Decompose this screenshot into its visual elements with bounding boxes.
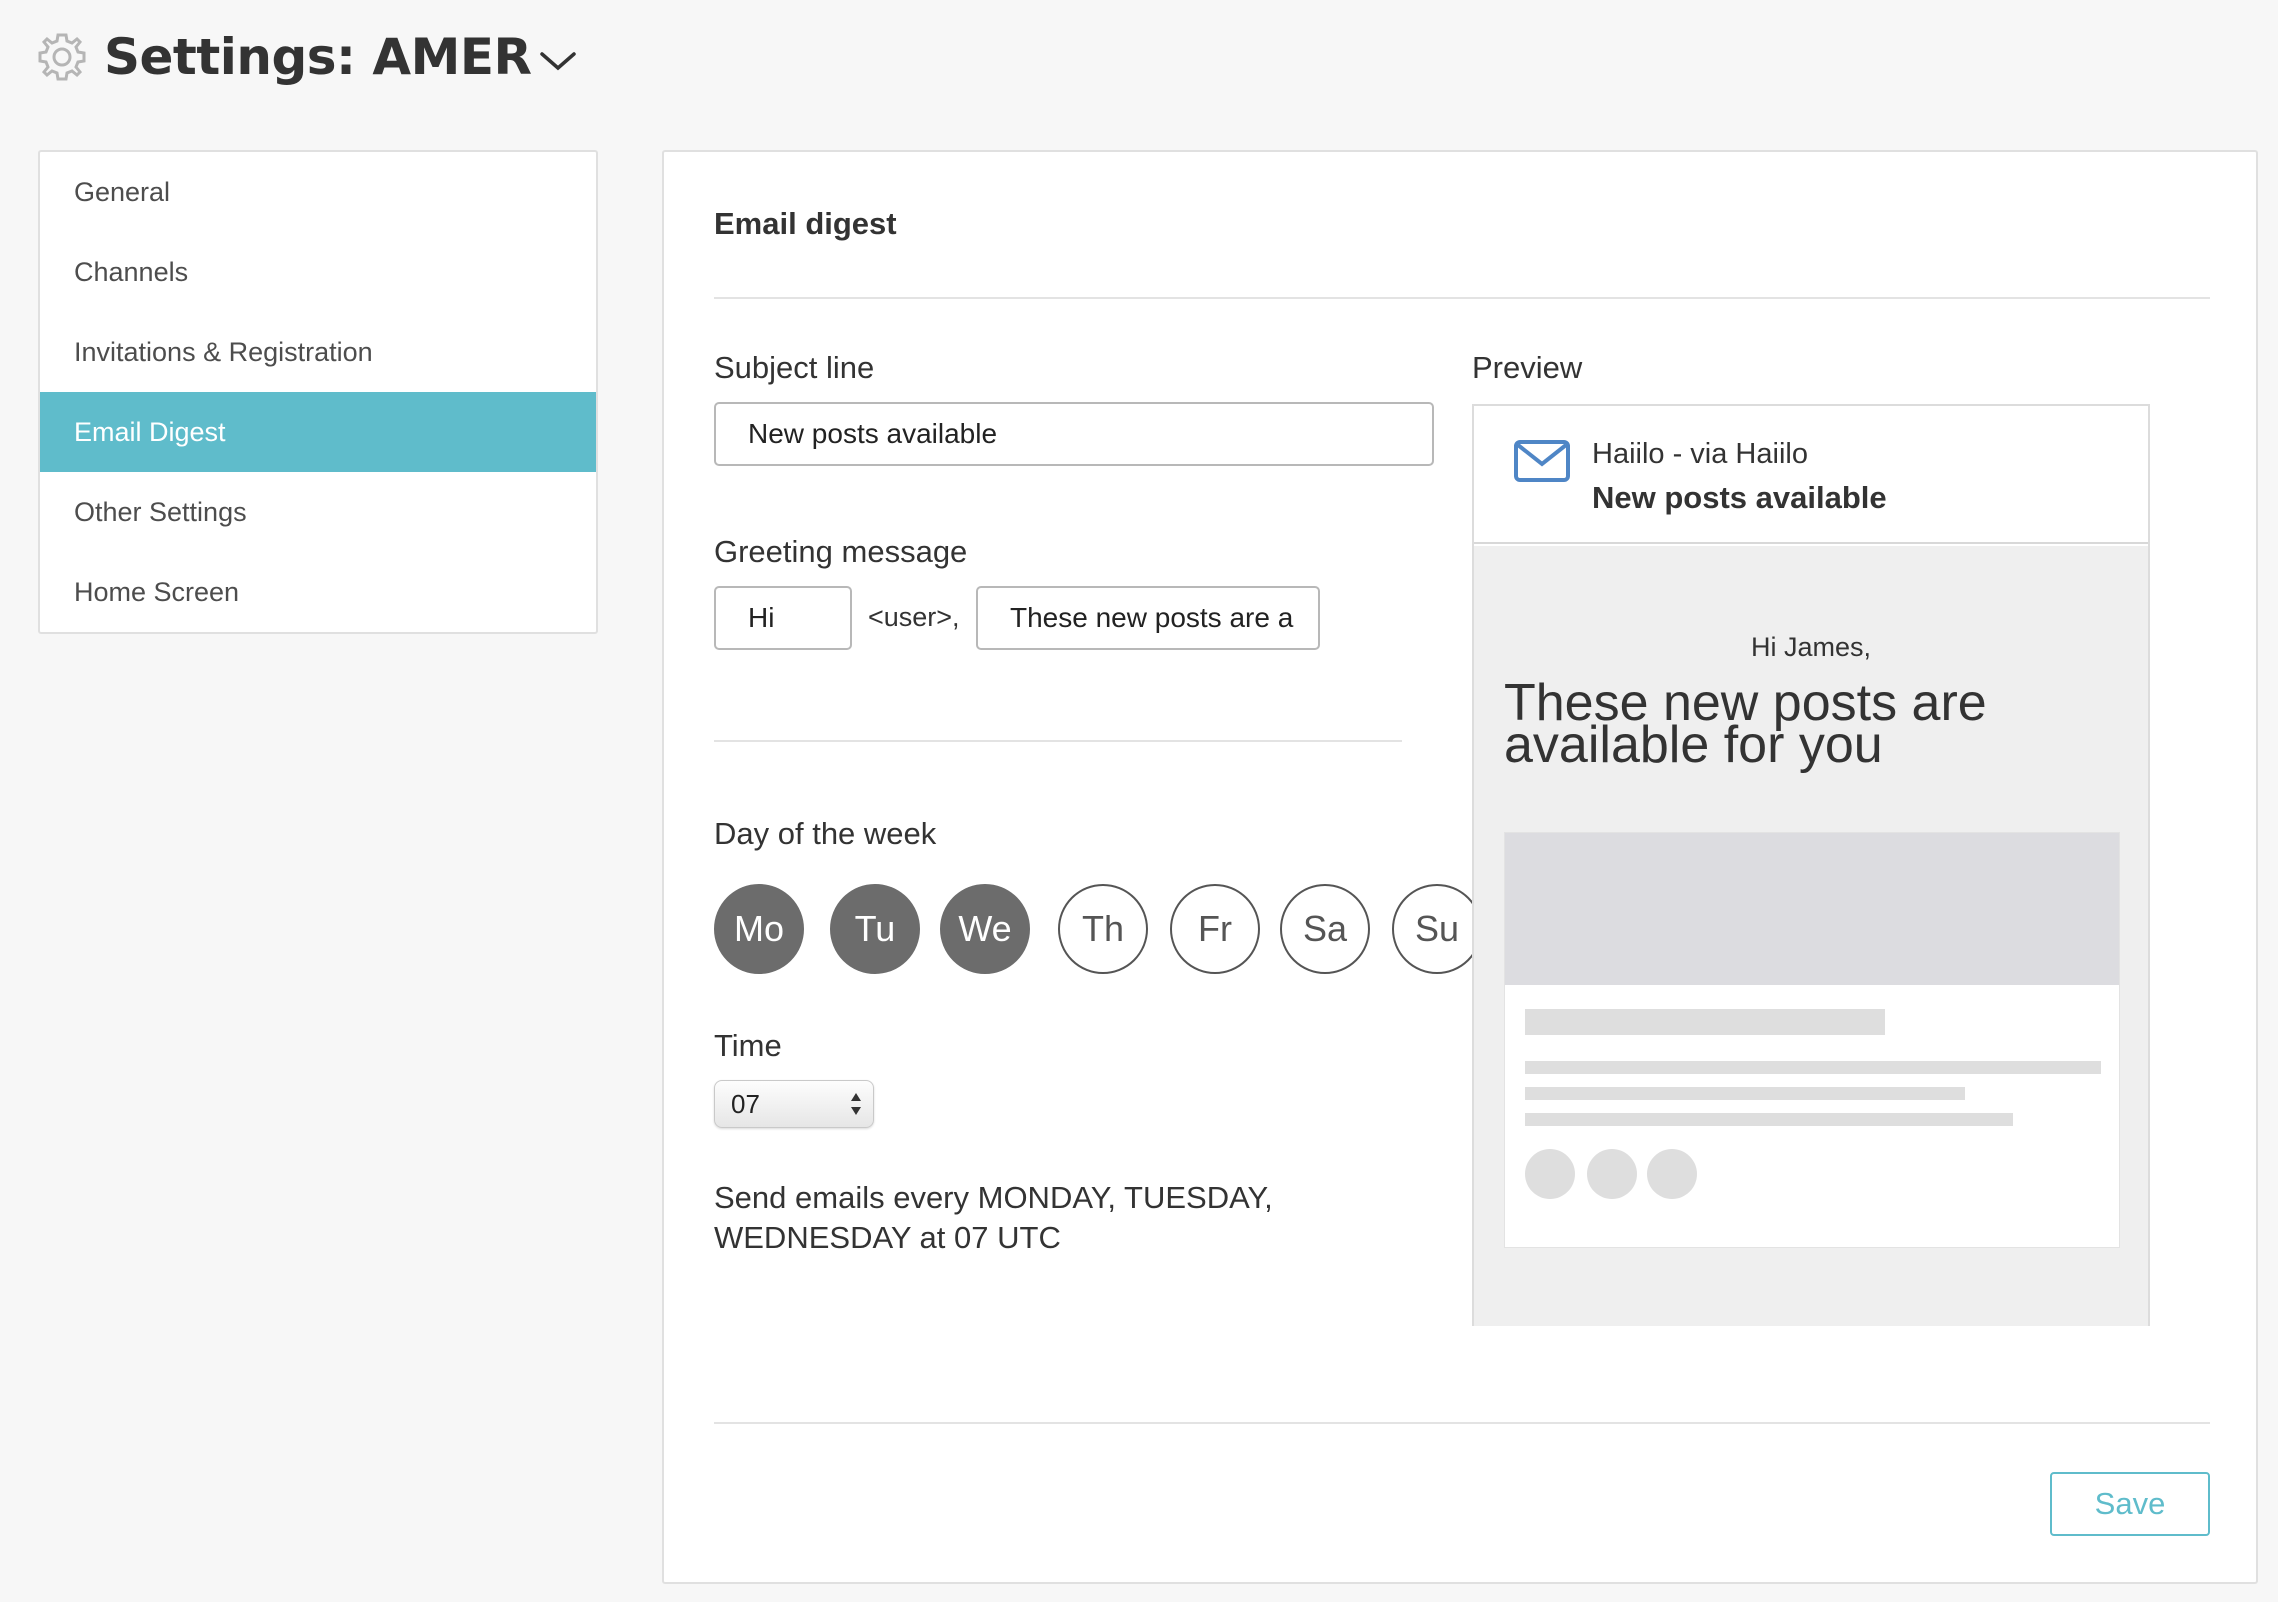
- page-header: Settings: AMER: [36, 22, 578, 92]
- email-preview: Haiilo - via Haiilo New posts available …: [1472, 404, 2150, 1326]
- post-text-placeholder: [1525, 1061, 2101, 1074]
- day-friday[interactable]: Fr: [1170, 884, 1260, 974]
- preview-sender: Haiilo - via Haiilo: [1592, 438, 1808, 470]
- greeting-hi-input[interactable]: Hi: [714, 586, 852, 650]
- post-image-placeholder: [1505, 833, 2119, 985]
- preview-headline: These new posts are available for you: [1504, 674, 1987, 774]
- divider: [714, 740, 1402, 742]
- day-of-week-label: Day of the week: [714, 816, 937, 851]
- reaction-placeholder: [1587, 1149, 1637, 1199]
- sidebar-item-home-screen[interactable]: Home Screen: [40, 552, 596, 632]
- day-monday[interactable]: Mo: [714, 884, 804, 974]
- email-digest-panel: Email digest Subject line New posts avai…: [662, 150, 2258, 1584]
- sidebar-item-channels[interactable]: Channels: [40, 232, 596, 312]
- settings-sidebar: General Channels Invitations & Registrat…: [38, 150, 598, 634]
- preview-header: Haiilo - via Haiilo New posts available: [1474, 406, 2148, 544]
- time-value: 07: [731, 1089, 760, 1119]
- reaction-placeholder: [1647, 1149, 1697, 1199]
- day-tuesday[interactable]: Tu: [830, 884, 920, 974]
- post-title-placeholder: [1525, 1009, 1885, 1035]
- time-select[interactable]: 07: [714, 1080, 874, 1128]
- greeting-message-label: Greeting message: [714, 534, 968, 569]
- sidebar-item-other-settings[interactable]: Other Settings: [40, 472, 596, 552]
- select-arrows-icon: [851, 1093, 861, 1115]
- settings-page: Settings: AMER General Channels Invitati…: [0, 0, 2278, 1602]
- preview-post-card: [1504, 832, 2120, 1248]
- greeting-message-input[interactable]: These new posts are a: [976, 586, 1320, 650]
- preview-label: Preview: [1472, 350, 1583, 385]
- sidebar-item-email-digest[interactable]: Email Digest: [40, 392, 596, 472]
- sidebar-item-general[interactable]: General: [40, 152, 596, 232]
- divider: [714, 297, 2210, 299]
- day-thursday[interactable]: Th: [1058, 884, 1148, 974]
- day-saturday[interactable]: Sa: [1280, 884, 1370, 974]
- save-button[interactable]: Save: [2050, 1472, 2210, 1536]
- subject-line-label: Subject line: [714, 350, 875, 385]
- panel-title: Email digest: [714, 206, 897, 241]
- post-text-placeholder: [1525, 1087, 1965, 1100]
- preview-subject: New posts available: [1592, 480, 1887, 515]
- day-wednesday[interactable]: We: [940, 884, 1030, 974]
- mail-icon: [1514, 440, 1570, 482]
- page-title: Settings: AMER: [104, 28, 532, 86]
- reaction-placeholder: [1525, 1149, 1575, 1199]
- sidebar-item-invitations[interactable]: Invitations & Registration: [40, 312, 596, 392]
- chevron-down-icon[interactable]: [538, 48, 578, 74]
- subject-line-input[interactable]: New posts available: [714, 402, 1434, 466]
- preview-body: Hi James, These new posts are available …: [1474, 546, 2148, 1326]
- user-placeholder-tag: <user>,: [868, 602, 960, 632]
- schedule-summary: Send emails every MONDAY, TUESDAY, WEDNE…: [714, 1180, 1273, 1255]
- divider: [714, 1422, 2210, 1424]
- gear-icon: [38, 33, 86, 81]
- post-text-placeholder: [1525, 1113, 2013, 1126]
- preview-greeting: Hi James,: [1750, 632, 1872, 662]
- time-label: Time: [714, 1028, 782, 1063]
- day-sunday[interactable]: Su: [1392, 884, 1482, 974]
